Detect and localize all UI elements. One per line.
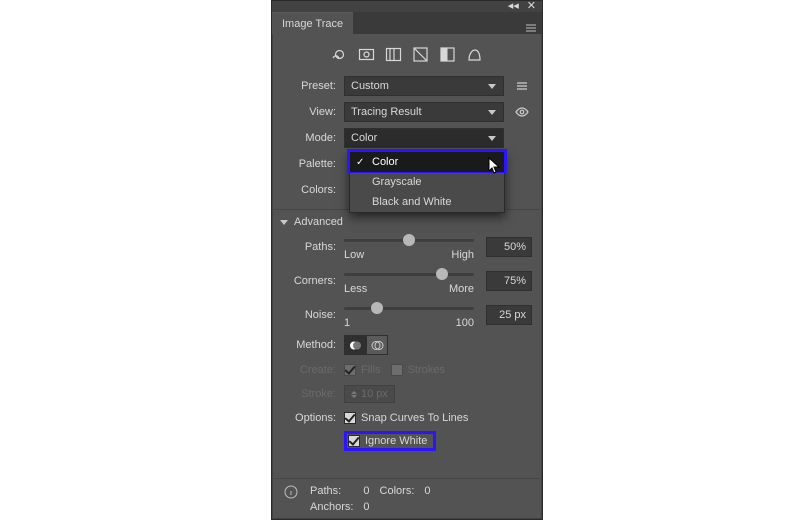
method-overlapping-button[interactable] xyxy=(366,335,388,355)
info-footer: Paths: 0 Colors: 0 Anchors: 0 xyxy=(272,478,542,519)
ignore-white-checkbox[interactable] xyxy=(348,435,360,447)
create-label: Create: xyxy=(272,364,344,376)
corners-value-field[interactable]: 75% xyxy=(486,271,532,291)
advanced-label: Advanced xyxy=(294,216,343,228)
footer-paths-label: Paths: xyxy=(310,485,353,497)
mode-menu: Color Grayscale Black and White xyxy=(349,151,505,213)
mode-option-color[interactable]: Color xyxy=(350,152,504,172)
view-label: View: xyxy=(272,106,344,118)
mode-label: Mode: xyxy=(272,132,344,144)
bw-icon[interactable] xyxy=(439,46,456,63)
colors-label: Colors: xyxy=(272,184,344,196)
chevron-down-icon xyxy=(487,81,497,91)
noise-slider[interactable] xyxy=(344,301,474,315)
stroke-label: Stroke: xyxy=(272,388,344,400)
snap-checkbox[interactable] xyxy=(344,412,356,424)
grayscale-icon[interactable] xyxy=(412,46,429,63)
noise-value-field[interactable]: 25 px xyxy=(486,305,532,325)
panel-top-bar: ◂◂ ✕ xyxy=(272,1,542,12)
paths-value-field[interactable]: 50% xyxy=(486,237,532,257)
paths-slider-label: Paths: xyxy=(272,241,344,253)
preset-value: Custom xyxy=(351,80,487,92)
method-label: Method: xyxy=(272,339,344,351)
view-value: Tracing Result xyxy=(351,106,487,118)
footer-colors-label: Colors: xyxy=(380,485,415,497)
footer-colors-value: 0 xyxy=(424,485,430,497)
footer-anchors-label: Anchors: xyxy=(310,501,353,513)
view-dropdown[interactable]: Tracing Result xyxy=(344,102,504,122)
eye-icon[interactable] xyxy=(512,102,532,122)
strokes-checkbox xyxy=(391,364,403,376)
noise-slider-label: Noise: xyxy=(272,309,344,321)
image-trace-panel: ◂◂ ✕ Image Trace Preset: Custom xyxy=(271,0,543,520)
footer-anchors-value: 0 xyxy=(363,501,369,513)
palette-label: Palette: xyxy=(272,158,344,170)
options-label: Options: xyxy=(272,412,344,424)
footer-paths-value: 0 xyxy=(363,485,369,497)
chevron-down-icon xyxy=(487,133,497,143)
info-icon xyxy=(282,485,300,513)
paths-slider[interactable] xyxy=(344,233,474,247)
strokes-label: Strokes xyxy=(408,364,445,376)
stroke-stepper: 10 px xyxy=(344,385,395,403)
tab-image-trace[interactable]: Image Trace xyxy=(272,12,353,34)
preset-menu-icon[interactable] xyxy=(512,76,532,96)
trace-preset-icon-row xyxy=(272,42,542,73)
mode-option-grayscale[interactable]: Grayscale xyxy=(350,172,504,192)
mode-dropdown[interactable]: Color xyxy=(344,128,504,148)
photo-icon[interactable] xyxy=(358,46,375,63)
chevron-down-icon xyxy=(487,107,497,117)
cursor-icon xyxy=(488,157,502,175)
ignore-white-label: Ignore White xyxy=(365,435,427,447)
disclosure-triangle-icon xyxy=(280,220,288,225)
panel-tab-row: Image Trace xyxy=(272,12,542,34)
fills-label: Fills xyxy=(361,364,381,376)
tab-label: Image Trace xyxy=(282,18,343,30)
mode-value: Color xyxy=(351,132,487,144)
panel-menu-icon[interactable] xyxy=(520,22,542,34)
corners-slider-label: Corners: xyxy=(272,275,344,287)
preset-label: Preset: xyxy=(272,80,344,92)
ignore-white-highlight: Ignore White xyxy=(344,431,436,451)
corners-slider[interactable] xyxy=(344,267,474,281)
method-abutting-button[interactable] xyxy=(344,335,366,355)
snap-label: Snap Curves To Lines xyxy=(361,412,468,424)
mode-option-bw[interactable]: Black and White xyxy=(350,192,504,212)
auto-color-icon[interactable] xyxy=(331,46,348,63)
collapse-icon[interactable]: ◂◂ xyxy=(508,2,519,10)
outline-icon[interactable] xyxy=(466,46,483,63)
preset-dropdown[interactable]: Custom xyxy=(344,76,504,96)
shades-icon[interactable] xyxy=(385,46,402,63)
close-icon[interactable]: ✕ xyxy=(527,2,536,10)
fills-checkbox xyxy=(344,364,356,376)
